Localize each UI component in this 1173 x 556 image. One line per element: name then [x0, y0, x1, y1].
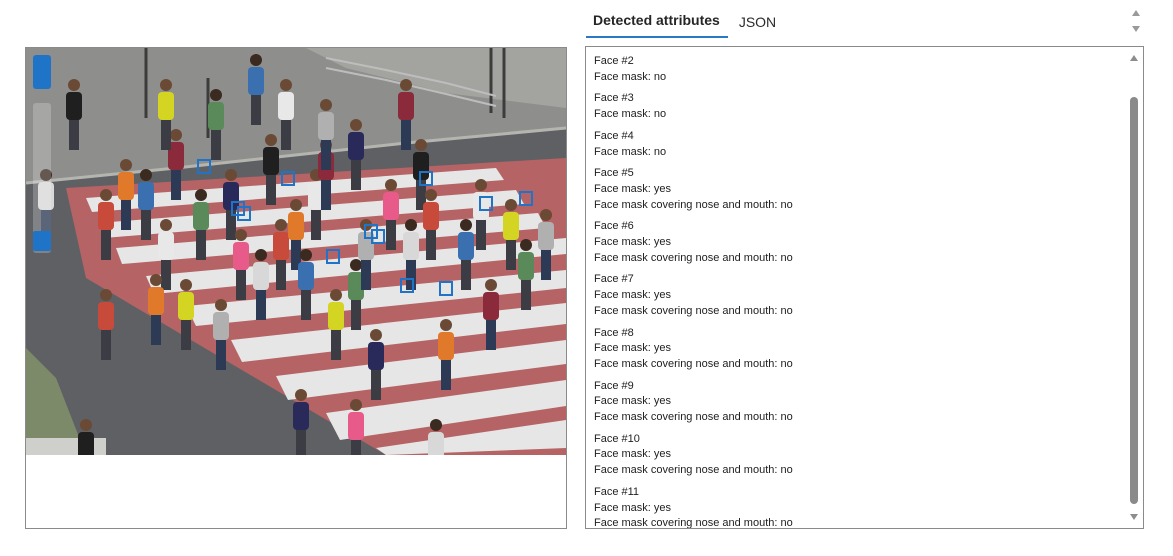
- zoom-controls: [33, 55, 51, 255]
- analyzed-image[interactable]: [26, 48, 566, 455]
- face-entry: Face #10 Face mask: yes Face mask covering…: [594, 432, 1121, 479]
- face-entry: Face #11 Face mask: yes Face mask covering…: [594, 485, 1121, 528]
- face-attribute: Face mask covering nose and mouth: no: [594, 251, 793, 264]
- face-title: Face #11: [594, 485, 640, 498]
- tab-detected-attributes[interactable]: Detected attributes: [586, 12, 728, 38]
- face-attribute: Face mask: yes: [594, 182, 672, 195]
- face-attribute-list: Face #2 Face mask: no Face #3 Face mask: no…: [594, 54, 1121, 528]
- face-title: Face #5: [594, 167, 634, 180]
- pedestrian: [428, 419, 444, 455]
- scrollbar-thumb[interactable]: [1130, 97, 1138, 504]
- face-title: Face #10: [594, 432, 640, 445]
- face-entry: Face #4 Face mask: no: [594, 129, 1121, 160]
- face-attribute: Face mask: yes: [594, 289, 672, 302]
- face-entry: Face #3 Face mask: no: [594, 91, 1121, 122]
- face-attribute: Face mask: no: [594, 108, 667, 121]
- zoom-slider-thumb[interactable]: [33, 231, 51, 251]
- detected-attributes-panel: Face #2 Face mask: no Face #3 Face mask: no…: [585, 46, 1144, 529]
- result-tabs: Detected attributes JSON: [586, 6, 788, 38]
- face-attribute: Face mask covering nose and mouth: no: [594, 198, 793, 211]
- face-entry: Face #9 Face mask: yes Face mask covering …: [594, 379, 1121, 426]
- scroll-down-icon[interactable]: [1130, 514, 1138, 520]
- tab-scroller[interactable]: [1131, 8, 1143, 36]
- face-title: Face #6: [594, 220, 634, 233]
- face-attribute: Face mask: yes: [594, 501, 672, 514]
- scroll-up-icon[interactable]: [1130, 55, 1138, 61]
- face-attribute: Face mask: no: [594, 145, 667, 158]
- face-attribute: Face mask: yes: [594, 395, 672, 408]
- face-title: Face #2: [594, 55, 634, 67]
- face-attribute: Face mask covering nose and mouth: no: [594, 464, 793, 477]
- face-attribute: Face mask: yes: [594, 236, 672, 249]
- face-title: Face #7: [594, 273, 634, 286]
- face-attribute: Face mask covering nose and mouth: no: [594, 411, 793, 424]
- zoom-button[interactable]: [33, 55, 51, 89]
- face-attribute: Face mask covering nose and mouth: no: [594, 357, 793, 370]
- image-panel: [25, 47, 567, 529]
- vertical-scrollbar[interactable]: [1128, 51, 1140, 524]
- face-attribute: Face mask covering nose and mouth: no: [594, 517, 793, 528]
- face-title: Face #3: [594, 92, 634, 105]
- face-attribute: Face mask: yes: [594, 342, 672, 355]
- face-title: Face #4: [594, 129, 634, 142]
- pedestrian: [78, 419, 94, 455]
- face-attribute: Face mask covering nose and mouth: no: [594, 304, 793, 317]
- zoom-slider[interactable]: [33, 103, 51, 253]
- face-entry: Face #5 Face mask: yes Face mask covering …: [594, 166, 1121, 213]
- face-entry: Face #2 Face mask: no: [594, 54, 1121, 85]
- face-attribute: Face mask: yes: [594, 448, 672, 461]
- tab-json[interactable]: JSON: [732, 14, 784, 38]
- chevron-down-icon[interactable]: [1132, 26, 1140, 32]
- face-entry: Face #8 Face mask: yes Face mask covering …: [594, 326, 1121, 373]
- chevron-up-icon[interactable]: [1132, 10, 1140, 16]
- face-entry: Face #7 Face mask: yes Face mask covering …: [594, 272, 1121, 319]
- face-title: Face #8: [594, 326, 634, 339]
- face-entry: Face #6 Face mask: yes Face mask covering …: [594, 219, 1121, 266]
- face-attribute: Face mask: no: [594, 70, 667, 83]
- face-title: Face #9: [594, 379, 634, 392]
- crowd-crosswalk-photo: [26, 48, 566, 455]
